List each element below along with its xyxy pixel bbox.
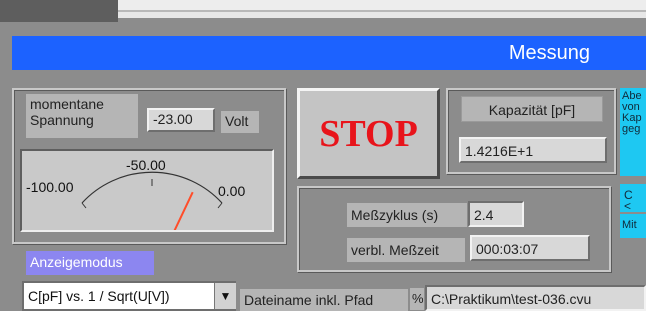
chevron-down-icon[interactable]: ▼ — [214, 283, 236, 309]
capacitance-label: Kapazität [pF] — [461, 96, 603, 122]
stop-button-label: STOP — [319, 112, 418, 155]
voltage-gauge: -50.00 -100.00 0.00 — [20, 149, 274, 232]
file-path-prefix: % — [410, 288, 424, 310]
gauge-tick-max — [217, 202, 223, 209]
page-title: Messung — [508, 42, 590, 64]
gauge-arc — [81, 171, 223, 204]
cycle-input[interactable]: 2.4 — [468, 201, 524, 227]
stop-button[interactable]: STOP — [297, 88, 440, 179]
remaining-time-label: verbl. Meßzeit — [347, 238, 465, 262]
gauge-tick-min — [81, 202, 87, 209]
title-bar: Messung — [12, 36, 646, 70]
measurement-window: Messung momentane Spannung -23.00 Volt -… — [0, 0, 646, 311]
side-panel-text-1: Abe von Kap geg — [620, 88, 646, 176]
top-strip-left — [0, 0, 118, 22]
remaining-time-value: 000:03:07 — [470, 235, 590, 261]
side-panel-text-2: C < — [620, 184, 646, 212]
cycle-label: Meßzyklus (s) — [347, 203, 467, 227]
gauge-needle — [173, 191, 194, 230]
voltage-value: -23.00 — [147, 108, 215, 132]
display-mode-label: Anzeigemodus — [26, 251, 154, 275]
voltage-label: momentane Spannung — [26, 94, 138, 138]
gauge-dial — [81, 171, 223, 230]
display-mode-select[interactable]: C[pF] vs. 1 / Sqrt(U[V]) — [22, 281, 236, 311]
file-path-label: Dateiname inkl. Pfad — [240, 289, 408, 311]
file-path-input[interactable]: C:\Praktikum\test-036.cvu — [425, 285, 646, 311]
side-panel-text-3: Mit — [620, 214, 646, 238]
voltage-unit: Volt — [221, 111, 259, 133]
capacitance-value: 1.4216E+1 — [459, 137, 607, 163]
top-strip-panel — [118, 0, 646, 12]
